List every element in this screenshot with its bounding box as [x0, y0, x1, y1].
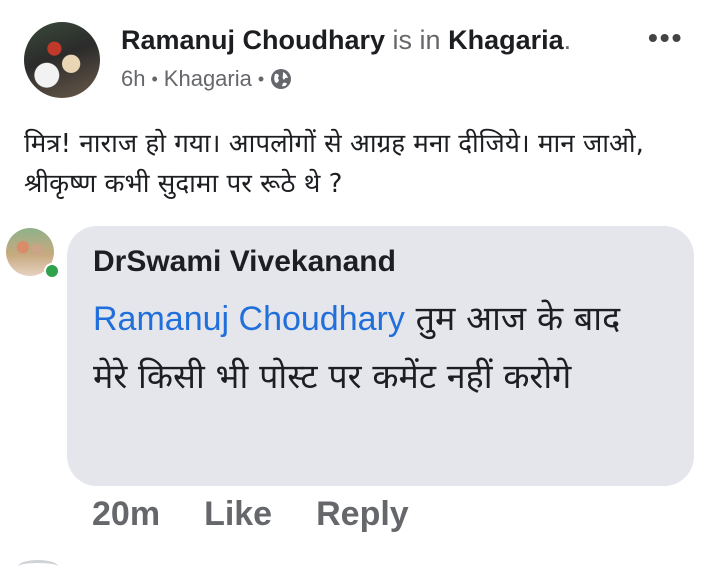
- online-status-indicator: [44, 263, 60, 279]
- post-body-text: मित्र! नाराज हो गया। आपलोगों से आग्रह मन…: [24, 129, 644, 199]
- commenter-avatar[interactable]: [6, 228, 60, 279]
- is-in-text: is in: [392, 25, 441, 55]
- more-options-icon[interactable]: •••: [648, 24, 683, 52]
- comment-actions: 20m Like Reply: [92, 495, 409, 534]
- post-card: Ramanuj Choudhary is in Khagaria. ••• 6h…: [0, 0, 720, 570]
- post-meta: 6h • Khagaria •: [121, 66, 292, 92]
- globe-icon: [270, 68, 292, 90]
- post-header: Ramanuj Choudhary is in Khagaria.: [121, 24, 571, 56]
- meta-separator: •: [151, 68, 158, 89]
- comment-text: Ramanuj Choudhary तुम आज के बाद मेरे किस…: [93, 290, 653, 406]
- comment-time[interactable]: 20m: [92, 495, 160, 534]
- post-time[interactable]: 6h: [121, 66, 145, 92]
- author-avatar[interactable]: [24, 22, 100, 98]
- place-suffix: .: [563, 25, 572, 55]
- reply-button[interactable]: Reply: [316, 495, 409, 534]
- commenter-name[interactable]: DrSwami Vivekanand: [93, 242, 668, 282]
- checkin-place[interactable]: Khagaria: [448, 25, 564, 55]
- next-item-edge: [18, 560, 58, 570]
- like-button[interactable]: Like: [204, 495, 272, 534]
- post-location[interactable]: Khagaria: [164, 66, 252, 92]
- author-name[interactable]: Ramanuj Choudhary: [121, 25, 385, 55]
- meta-separator: •: [257, 68, 265, 89]
- mention-link[interactable]: Ramanuj Choudhary: [93, 300, 405, 338]
- comment-bubble: DrSwami Vivekanand Ramanuj Choudhary तुम…: [67, 226, 694, 486]
